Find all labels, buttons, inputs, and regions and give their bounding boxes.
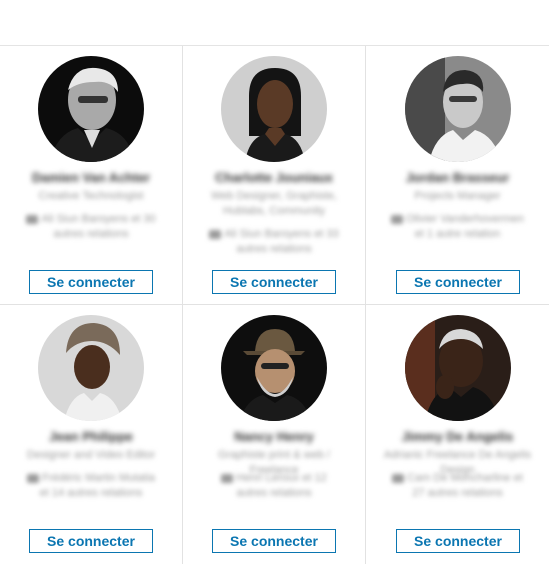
mutual-text: Ali Siun Baroyens et 30 autres relations (41, 213, 156, 240)
mutual-connections: Frédéric Martin Mutatia et 14 autres rel… (22, 471, 160, 501)
connections-icon (221, 473, 234, 483)
person-name[interactable]: Nancy Henry (193, 429, 355, 444)
connections-icon (26, 473, 39, 483)
person-card: Jordan Brasseur Projects Manager Olivier… (366, 46, 549, 305)
connect-button[interactable]: Se connecter (212, 270, 336, 294)
connect-button[interactable]: Se connecter (212, 529, 336, 553)
connections-icon (26, 214, 39, 224)
mutual-text: Olivier Vanderhovermen et 1 autre relati… (406, 213, 524, 240)
connections-icon (392, 473, 405, 483)
mutual-connections: Henri Leroux et 12 autres relations (205, 471, 343, 501)
avatar[interactable] (404, 315, 511, 421)
mutual-connections: Cam De Moncharline et 27 autres relation… (388, 471, 527, 501)
connect-button[interactable]: Se connecter (396, 270, 520, 294)
people-grid: Damien Van Achter Creative Technologist … (0, 46, 549, 564)
person-card: Charlotte Jouniaux Web Designer, Graphis… (183, 46, 366, 305)
person-headline: Designer and Video Editor (26, 449, 156, 461)
person-headline: Web Designer, Graphiste, Hublabs, Commun… (211, 190, 337, 217)
avatar[interactable] (38, 315, 144, 421)
avatar[interactable] (221, 315, 327, 421)
person-name[interactable]: Jordan Brasseur (376, 170, 539, 185)
mutual-text: Ali Siun Baroyens et 33 autres relations (224, 228, 339, 255)
person-card: Damien Van Achter Creative Technologist … (0, 46, 183, 305)
connect-button[interactable]: Se connecter (396, 529, 520, 553)
person-name[interactable]: Jimmy De Angelis (376, 429, 539, 444)
mutual-text: Frédéric Martin Mutatia et 14 autres rel… (39, 472, 156, 499)
person-name[interactable]: Damien Van Achter (10, 170, 172, 185)
mutual-connections: Ali Siun Baroyens et 30 autres relations (22, 212, 160, 242)
person-card: Nancy Henry Graphiste print & web / Free… (183, 305, 366, 564)
avatar[interactable] (38, 56, 144, 162)
avatar[interactable] (404, 56, 511, 162)
mutual-text: Henri Leroux et 12 autres relations (236, 472, 327, 499)
person-headline: Creative Technologist (38, 190, 144, 202)
mutual-connections: Olivier Vanderhovermen et 1 autre relati… (388, 212, 527, 242)
connections-icon (209, 229, 222, 239)
person-card: Jean Philippe Designer and Video Editor … (0, 305, 183, 564)
connect-button[interactable]: Se connecter (29, 529, 153, 553)
person-name[interactable]: Charlotte Jouniaux (193, 170, 355, 185)
mutual-connections: Ali Siun Baroyens et 33 autres relations (205, 227, 343, 257)
mutual-text: Cam De Moncharline et 27 autres relation… (407, 472, 523, 499)
connect-button[interactable]: Se connecter (29, 270, 153, 294)
connections-icon (391, 214, 404, 224)
person-name[interactable]: Jean Philippe (10, 429, 172, 444)
person-headline: Projects Manager (414, 190, 501, 202)
person-card: Jimmy De Angelis Adrianic Freelance De A… (366, 305, 549, 564)
avatar[interactable] (221, 56, 327, 162)
